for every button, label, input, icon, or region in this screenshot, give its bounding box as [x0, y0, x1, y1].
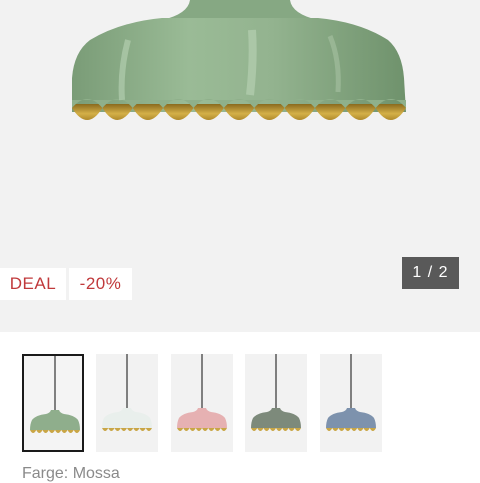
selected-color-label: Farge: Mossa	[22, 465, 120, 482]
deal-badge: DEAL	[0, 268, 66, 300]
thumbnail-pink[interactable]	[171, 354, 233, 452]
thumbnail-strip	[0, 340, 480, 460]
thumbnail-blue[interactable]	[320, 354, 382, 452]
image-counter: 1 / 2	[402, 257, 459, 289]
thumbnail-grey-green[interactable]	[245, 354, 307, 452]
lamp-thumbnail-image	[177, 354, 227, 431]
discount-badge: -20%	[69, 268, 132, 300]
thumbnail-green[interactable]	[22, 354, 84, 452]
product-image-gallery[interactable]: DEAL -20% 1 / 2	[0, 0, 480, 332]
thumbnail-white[interactable]	[96, 354, 158, 452]
lamp-thumbnail-image	[251, 354, 301, 431]
lamp-thumbnail-image	[326, 354, 376, 431]
lamp-thumbnail-image	[102, 354, 152, 431]
lamp-thumbnail-image	[30, 356, 80, 433]
